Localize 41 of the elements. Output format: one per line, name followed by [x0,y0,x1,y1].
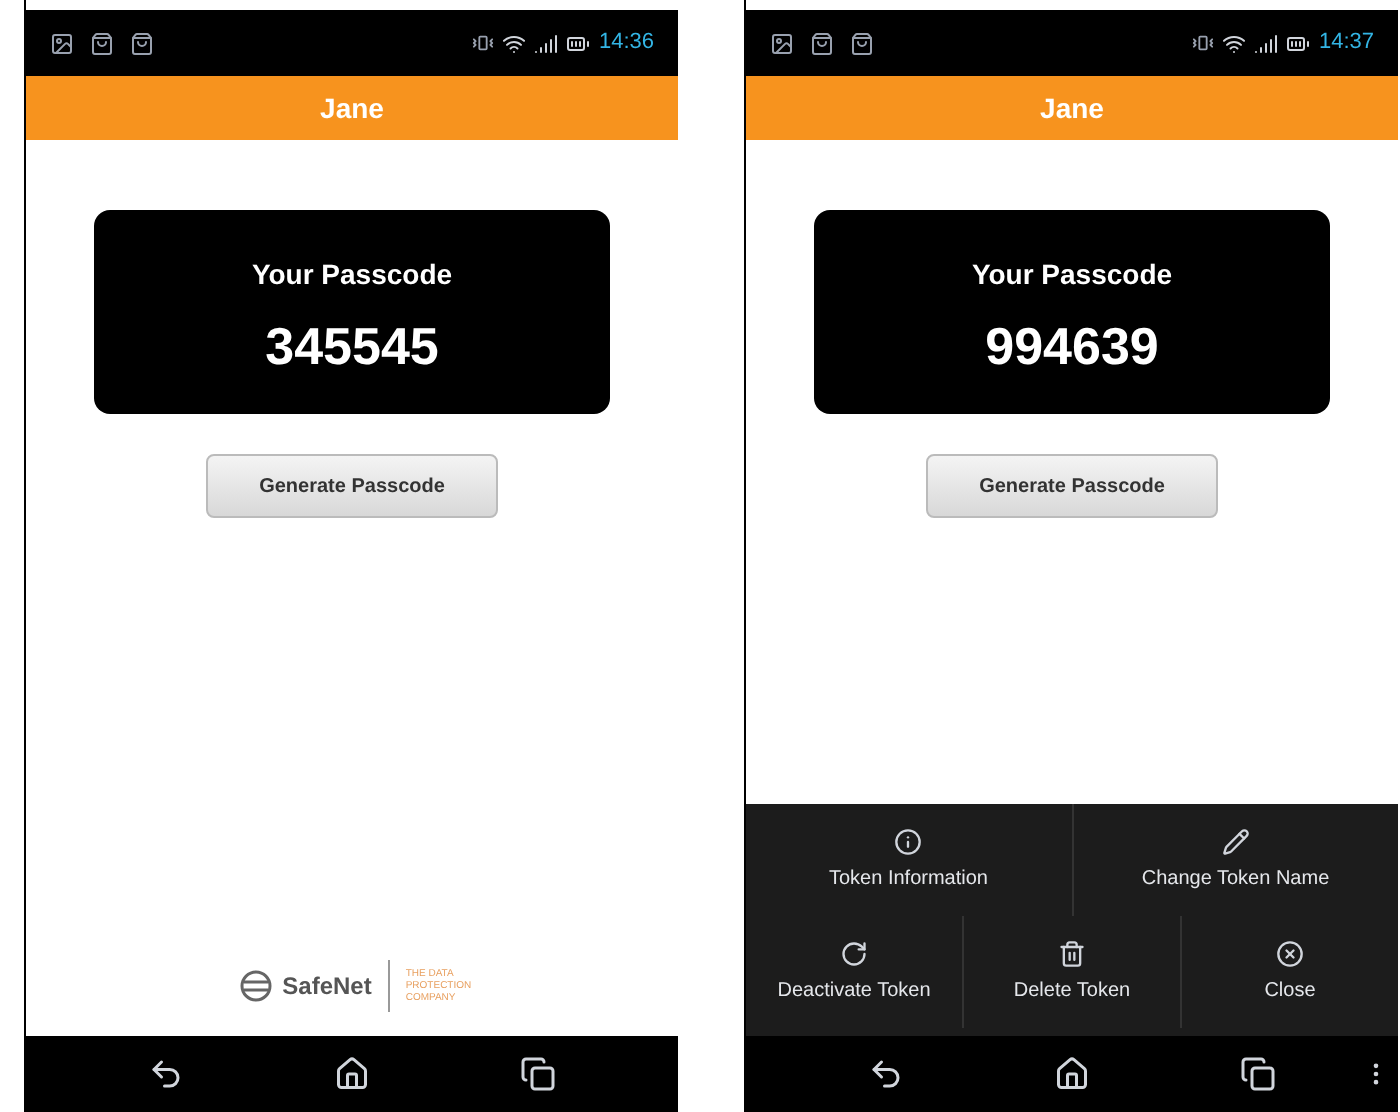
passcode-value: 345545 [265,319,439,371]
home-icon[interactable] [333,1056,370,1092]
signal-icon [534,31,559,55]
trash-icon [1058,939,1086,967]
generate-passcode-button[interactable]: Generate Passcode [926,454,1218,518]
back-icon[interactable] [148,1056,185,1092]
image-icon [770,31,794,55]
status-time: 14:37 [1318,28,1374,59]
battery-icon [566,31,591,55]
bag-icon [130,31,154,55]
close-icon [1276,939,1304,967]
pencil-icon [1221,827,1250,855]
vibrate-icon [1192,32,1215,54]
image-icon [50,31,74,55]
menu-item[interactable]: Delete Token [964,916,1182,1028]
generate-passcode-button[interactable]: Generate Passcode [206,454,498,518]
home-icon[interactable] [1053,1056,1090,1092]
signal-icon [1254,31,1279,55]
recent-apps-icon[interactable] [1239,1056,1276,1092]
status-time: 14:36 [598,28,654,59]
battery-icon [1286,31,1311,55]
refresh-icon [840,939,868,967]
passcode-label: Your Passcode [251,255,453,293]
logo-name: SafeNet [282,970,372,1004]
bag-icon [810,31,834,55]
menu-item[interactable]: Close [1182,916,1398,1028]
menu-item[interactable]: Deactivate Token [746,916,964,1028]
vibrate-icon [472,32,495,54]
back-icon[interactable] [868,1056,905,1092]
recent-apps-icon[interactable] [519,1056,556,1092]
title-text: Jane [1040,89,1104,127]
menu-item[interactable]: Change Token Name [1073,804,1398,916]
wifi-icon [1222,31,1247,55]
wifi-icon [502,31,527,55]
info-icon [894,827,923,855]
bag-icon [850,31,874,55]
passcode-value: 994639 [985,319,1159,371]
bag-icon [90,31,114,55]
title-text: Jane [320,89,384,127]
menu-item[interactable]: Token Information [746,804,1073,916]
passcode-label: Your Passcode [971,255,1173,293]
